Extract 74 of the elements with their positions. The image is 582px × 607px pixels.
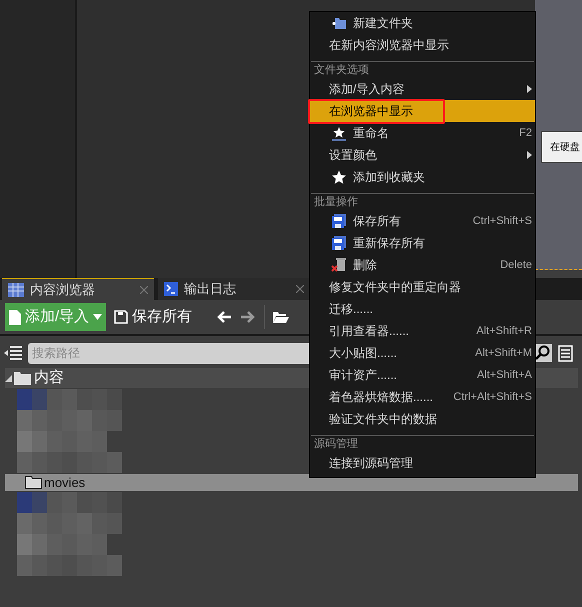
menu-section-header: 源码管理 [314, 436, 358, 452]
folder-icon [14, 371, 32, 385]
star-icon [331, 170, 347, 184]
menu-item[interactable]: 重新保存所有 [310, 232, 535, 254]
menu-item-label: 保存所有 [353, 213, 401, 230]
shortcut-label: Ctrl+Shift+S [472, 214, 532, 229]
submenu-arrow-icon [527, 151, 532, 159]
terminal-icon [164, 282, 178, 296]
menu-item[interactable]: 连接到源码管理 [310, 452, 535, 474]
menu-item[interactable]: 添加到收藏夹 [310, 166, 535, 188]
menu-item[interactable]: 添加/导入内容 [310, 78, 535, 100]
list-toggle-icon[interactable] [4, 346, 22, 360]
caret-icon [93, 314, 102, 320]
tooltip: 在硬盘 [541, 131, 582, 163]
close-icon[interactable] [140, 286, 148, 294]
shortcut-label: Delete [500, 258, 532, 273]
menu-item[interactable]: 在浏览器中显示 [310, 100, 535, 122]
menu-item-label: 添加/导入内容 [329, 81, 404, 98]
tree-row[interactable]: movies [5, 474, 578, 491]
menu-item-label: 引用查看器...... [329, 323, 410, 340]
folder-icon[interactable] [273, 310, 290, 324]
menu-item[interactable]: 重命名 F2 [310, 122, 535, 144]
menu-item[interactable]: 验证文件夹中的数据 [310, 408, 535, 430]
menu-item-label: 在浏览器中显示 [329, 103, 413, 120]
menu-item[interactable]: 删除 Delete [310, 254, 535, 276]
menu-item-label: 设置颜色 [329, 147, 377, 164]
menu-item-label: 连接到源码管理 [329, 455, 413, 472]
forward-arrow-icon[interactable] [240, 310, 256, 324]
menu-item-label: 重命名 [353, 125, 389, 142]
tree-label: 内容 [34, 368, 64, 388]
menu-item[interactable]: 着色器烘焙数据...... Ctrl+Alt+Shift+S [310, 386, 535, 408]
star-underline-icon [331, 126, 347, 140]
menu-item[interactable]: 在新内容浏览器中显示 [310, 34, 535, 56]
menu-item-label: 审计资产...... [329, 367, 398, 384]
menu-item-label: 迁移...... [329, 301, 374, 318]
tab-label: 输出日志 [184, 280, 236, 298]
shortcut-label: Alt+Shift+A [476, 368, 532, 383]
menu-item[interactable]: 修复文件夹中的重定向器 [310, 276, 535, 298]
shortcut-label: Ctrl+Alt+Shift+S [453, 390, 532, 405]
folder-plus-icon [331, 16, 347, 30]
back-arrow-icon[interactable] [216, 310, 232, 324]
tab-label: 内容浏览器 [30, 280, 95, 299]
menu-item-label: 大小贴图...... [329, 345, 398, 362]
menu-item[interactable]: 保存所有 Ctrl+Shift+S [310, 210, 535, 232]
submenu-arrow-icon [527, 85, 532, 93]
menu-item[interactable]: 设置颜色 [310, 144, 535, 166]
menu-item-label: 删除 [353, 257, 377, 274]
close-icon[interactable] [296, 285, 304, 293]
menu-section-header: 文件夹选项 [314, 62, 369, 78]
shortcut-label: Alt+Shift+R [476, 324, 532, 339]
folder-icon [25, 476, 42, 489]
menu-item-label: 在新内容浏览器中显示 [329, 37, 449, 54]
floppy-disk-icon [331, 236, 347, 250]
menu-item[interactable]: 引用查看器...... Alt+Shift+R [310, 320, 535, 342]
panel-tab[interactable]: 输出日志 [158, 278, 310, 300]
tree-label: movies [44, 474, 86, 492]
view-options-icon[interactable] [558, 344, 573, 362]
menu-item-label: 验证文件夹中的数据 [329, 411, 437, 428]
menu-item-label: 添加到收藏夹 [353, 169, 425, 186]
menu-item-label: 新建文件夹 [353, 15, 413, 32]
trash-x-icon [331, 257, 347, 273]
menu-item-label: 着色器烘焙数据...... [329, 389, 434, 406]
panel-tab[interactable]: 内容浏览器 [2, 278, 154, 300]
collapse-triangle-icon [5, 374, 12, 382]
menu-item[interactable]: 迁移...... [310, 298, 535, 320]
shortcut-label: F2 [519, 126, 532, 141]
menu-section-header: 批量操作 [314, 194, 358, 210]
grid-icon [8, 282, 24, 296]
menu-item-label: 修复文件夹中的重定向器 [329, 279, 461, 296]
menu-item-label: 重新保存所有 [353, 235, 425, 252]
menu-item[interactable]: 新建文件夹 [310, 12, 535, 34]
document-icon [9, 310, 21, 324]
floppy-disk-icon [331, 214, 347, 228]
save-all-button[interactable]: 保存所有 [114, 306, 192, 328]
